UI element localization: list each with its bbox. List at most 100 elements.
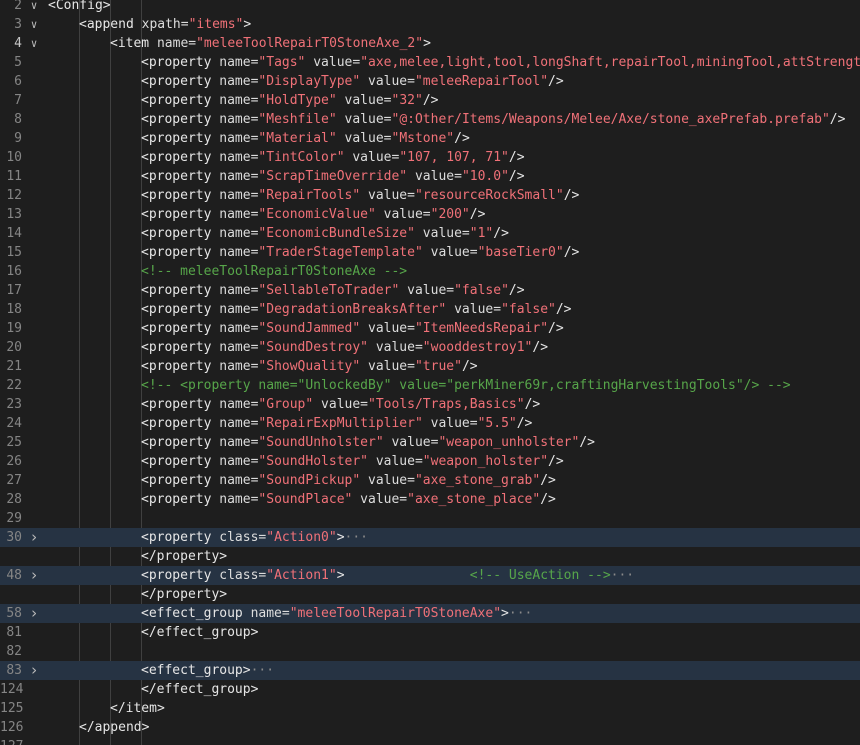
code-line[interactable]: 13 <property name="EconomicValue" value="… — [0, 205, 860, 224]
code-token: > — [336, 568, 345, 583]
code-line[interactable]: 4 ∨ <item name="meleeToolRepairT0StoneAxe_… — [0, 34, 860, 53]
code-line[interactable]: 29 — [0, 509, 860, 528]
code-line[interactable]: 30 › <property class="Action0">··· — [0, 528, 860, 547]
code-text[interactable]: <property name="RepairExpMultiplier" val… — [141, 414, 532, 433]
code-text[interactable]: <item name="meleeToolRepairT0StoneAxe_2"… — [110, 34, 431, 53]
code-text[interactable]: <!-- meleeToolRepairT0StoneAxe --> — [141, 262, 407, 281]
code-text[interactable]: </item> — [110, 699, 165, 718]
code-token: name= — [219, 454, 259, 469]
code-text[interactable]: <property class="Action0">··· — [141, 528, 368, 547]
code-text[interactable]: <property name="EconomicValue" value="20… — [141, 205, 485, 224]
code-text[interactable]: <effect_group>··· — [141, 661, 274, 680]
code-line[interactable]: 3 ∨ <append xpath="items"> — [0, 15, 860, 34]
code-line[interactable]: 127 — [0, 737, 860, 745]
code-token: <property — [141, 55, 220, 70]
code-text[interactable]: <property name="ScrapTimeOverride" value… — [141, 167, 525, 186]
code-line[interactable]: </property> — [0, 585, 860, 604]
code-text[interactable]: <property name="ShowQuality" value="true… — [141, 357, 478, 376]
code-line[interactable]: 22 <!-- <property name="UnlockedBy" value… — [0, 376, 860, 395]
code-text[interactable]: </property> — [141, 547, 227, 566]
chevron-right-icon[interactable]: › — [27, 604, 41, 623]
code-text[interactable]: <!-- <property name="UnlockedBy" value="… — [141, 376, 791, 395]
code-token: "axe,melee,light,tool,longShaft,repairTo… — [360, 55, 860, 70]
code-editor[interactable]: 2 ∨ <Config> 3 ∨ <append xpath="items"> 4 ∨ <ite… — [0, 0, 860, 745]
code-line[interactable]: 6 <property name="DisplayType" value="mel… — [0, 72, 860, 91]
code-line[interactable]: 21 <property name="ShowQuality" value="tr… — [0, 357, 860, 376]
code-line[interactable]: 81 </effect_group> — [0, 623, 860, 642]
code-line[interactable]: 25 <property name="SoundUnholster" value=… — [0, 433, 860, 452]
code-line[interactable]: 82 — [0, 642, 860, 661]
code-text[interactable]: <property name="Group" value="Tools/Trap… — [141, 395, 540, 414]
chevron-down-icon[interactable]: ∨ — [27, 0, 41, 15]
code-text[interactable]: </append> — [79, 718, 149, 737]
code-text[interactable]: </effect_group> — [141, 680, 258, 699]
code-line[interactable]: 48 › <property class="Action1"> <!-- UseAc… — [0, 566, 860, 585]
chevron-down-icon[interactable]: ∨ — [27, 15, 41, 34]
code-text[interactable]: <property name="SoundJammed" value="Item… — [141, 319, 564, 338]
code-text[interactable]: <property name="SoundHolster" value="wea… — [141, 452, 564, 471]
code-text[interactable]: <property name="HoldType" value="32"/> — [141, 91, 438, 110]
code-line[interactable]: 28 <property name="SoundPlace" value="axe… — [0, 490, 860, 509]
code-text[interactable]: <property name="DegradationBreaksAfter" … — [141, 300, 572, 319]
code-text[interactable]: <property class="Action1"> <!-- UseActio… — [141, 566, 634, 585]
code-line[interactable]: 23 <property name="Group" value="Tools/Tr… — [0, 395, 860, 414]
code-line[interactable]: 12 <property name="RepairTools" value="re… — [0, 186, 860, 205]
code-text[interactable]: <property name="DisplayType" value="mele… — [141, 72, 564, 91]
code-line[interactable]: 15 <property name="TraderStageTemplate" v… — [0, 243, 860, 262]
code-text[interactable]: <property name="Meshfile" value="@:Other… — [141, 110, 845, 129]
code-line[interactable]: 8 <property name="Meshfile" value="@:Othe… — [0, 110, 860, 129]
code-token: ··· — [610, 568, 635, 583]
code-text[interactable]: <property name="SoundPickup" value="axe_… — [141, 471, 556, 490]
code-line[interactable]: 9 <property name="Material" value="Mstone… — [0, 129, 860, 148]
code-line[interactable]: 5 <property name="Tags" value="axe,melee,… — [0, 53, 860, 72]
code-line[interactable]: 83 › <effect_group>··· — [0, 661, 860, 680]
line-number: 4 — [14, 36, 22, 51]
code-text[interactable]: <property name="SoundDestroy" value="woo… — [141, 338, 548, 357]
code-line[interactable]: 19 <property name="SoundJammed" value="It… — [0, 319, 860, 338]
chevron-right-icon[interactable]: › — [27, 528, 41, 547]
code-line[interactable]: </property> — [0, 547, 860, 566]
code-line[interactable]: 16 <!-- meleeToolRepairT0StoneAxe --> — [0, 262, 860, 281]
code-line[interactable]: 2 ∨ <Config> — [0, 0, 860, 15]
code-text[interactable]: </property> — [141, 585, 227, 604]
code-line[interactable]: 7 <property name="HoldType" value="32"/> — [0, 91, 860, 110]
code-text[interactable]: <property name="Tags" value="axe,melee,l… — [141, 53, 860, 72]
code-line[interactable]: 125 </item> — [0, 699, 860, 718]
code-line[interactable]: 18 <property name="DegradationBreaksAfter… — [0, 300, 860, 319]
chevron-right-icon[interactable]: › — [27, 661, 41, 680]
code-line[interactable]: 20 <property name="SoundDestroy" value="w… — [0, 338, 860, 357]
code-line[interactable]: 24 <property name="RepairExpMultiplier" v… — [0, 414, 860, 433]
code-line[interactable]: 26 <property name="SoundHolster" value="w… — [0, 452, 860, 471]
code-text[interactable]: <property name="SellableToTrader" value=… — [141, 281, 525, 300]
code-text[interactable]: <append xpath="items"> — [79, 15, 251, 34]
code-line[interactable]: 124 </effect_group> — [0, 680, 860, 699]
code-text[interactable]: <property name="EconomicBundleSize" valu… — [141, 224, 509, 243]
line-number: 24 — [6, 416, 22, 431]
code-text[interactable]: <Config> — [48, 0, 111, 15]
chevron-down-icon[interactable]: ∨ — [27, 34, 41, 53]
code-token: name= — [219, 245, 259, 260]
code-text[interactable]: <property name="SoundPlace" value="axe_s… — [141, 490, 556, 509]
line-number: 16 — [6, 264, 22, 279]
code-text[interactable]: <property name="TintColor" value="107, 1… — [141, 148, 525, 167]
code-line[interactable]: 126 </append> — [0, 718, 860, 737]
code-line[interactable]: 14 <property name="EconomicBundleSize" va… — [0, 224, 860, 243]
code-line[interactable]: 10 <property name="TintColor" value="107,… — [0, 148, 860, 167]
code-text[interactable]: <property name="SoundUnholster" value="w… — [141, 433, 595, 452]
code-text[interactable]: <effect_group name="meleeToolRepairT0Sto… — [141, 604, 532, 623]
code-line[interactable]: 17 <property name="SellableToTrader" valu… — [0, 281, 860, 300]
code-line[interactable]: 58 › <effect_group name="meleeToolRepairT0… — [0, 604, 860, 623]
code-token: name= — [219, 340, 259, 355]
code-text[interactable]: <property name="RepairTools" value="reso… — [141, 186, 579, 205]
code-text[interactable]: <property name="TraderStageTemplate" val… — [141, 243, 579, 262]
code-token: > — [501, 606, 509, 621]
code-token: /> — [469, 207, 486, 222]
code-text[interactable]: <property name="Material" value="Mstone"… — [141, 129, 470, 148]
code-text[interactable]: </effect_group> — [141, 623, 258, 642]
code-line[interactable]: 11 <property name="ScrapTimeOverride" val… — [0, 167, 860, 186]
code-line[interactable]: 27 <property name="SoundPickup" value="ax… — [0, 471, 860, 490]
chevron-right-icon[interactable]: › — [27, 566, 41, 585]
code-token: /> — [548, 321, 564, 336]
code-token: <property — [141, 74, 220, 89]
code-token: "axe_stone_grab" — [414, 473, 541, 488]
